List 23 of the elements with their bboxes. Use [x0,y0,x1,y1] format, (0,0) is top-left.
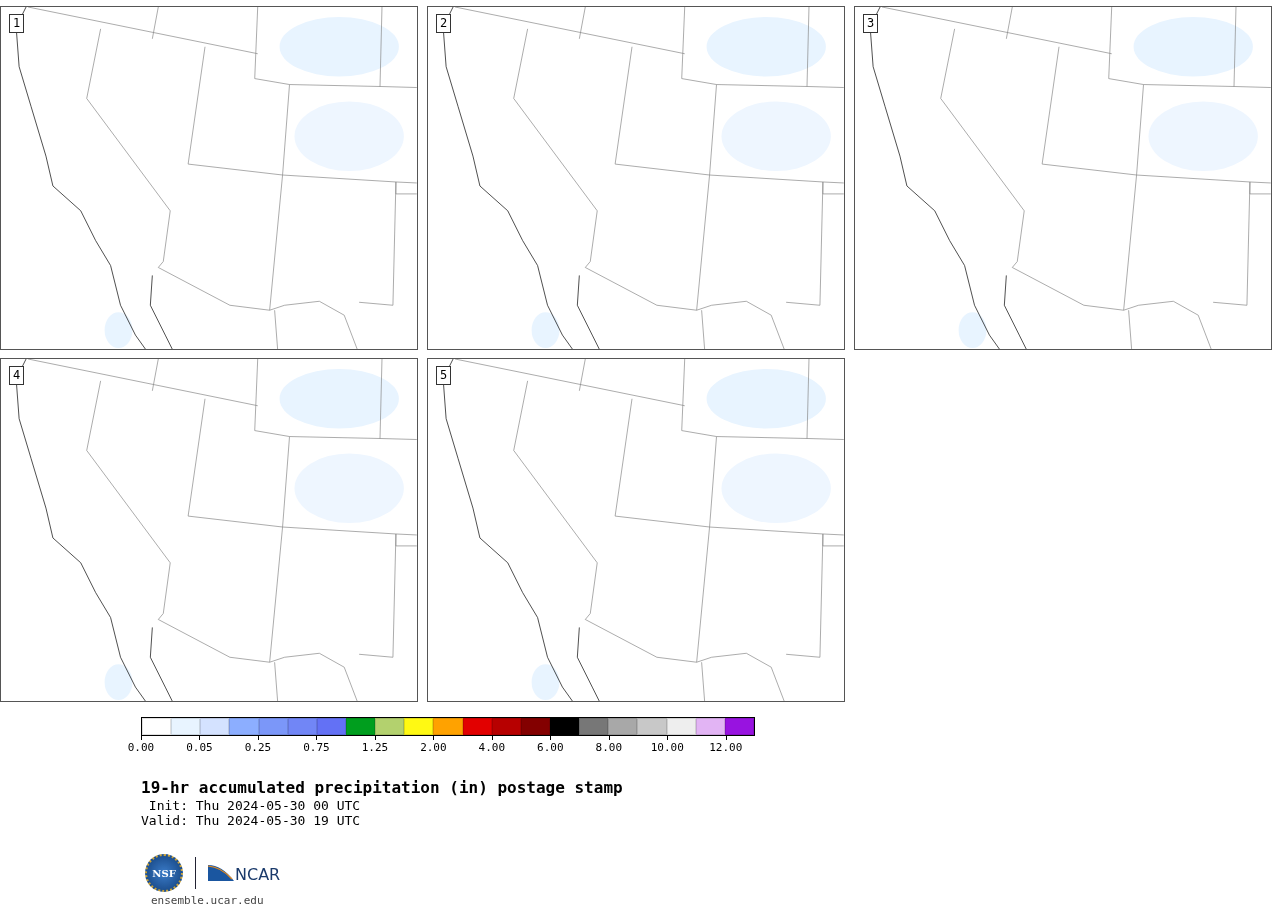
panel-number: 5 [436,366,452,385]
tick-label: 2.00 [420,741,447,754]
tick-label: 0.25 [244,741,272,754]
tick-label: 12.00 [709,741,743,754]
tick-label: 8.00 [595,741,623,754]
tick-label: 10.00 [650,741,684,754]
panel-number: 2 [436,14,452,33]
website-url: ensemble.ucar.edu [151,894,265,907]
ncar-logo: NCAR [235,867,281,883]
tick-label: 6.00 [537,741,564,754]
panel-number: 1 [9,14,25,33]
tick-label: 0.00 [127,741,155,754]
tick-label: 0.05 [186,741,213,754]
nsf-logo: NSF [145,854,183,892]
tick-label: 4.00 [478,741,506,754]
swoosh-icon [208,863,234,883]
valid-time: Valid: Thu 2024-05-30 19 UTC [141,813,362,828]
init-time: Init: Thu 2024-05-30 00 UTC [147,798,362,813]
tick-label: 0.75 [303,741,330,754]
panel-number: 3 [863,14,879,33]
tick-label: 1.25 [361,741,389,754]
panel-number: 4 [9,366,25,385]
figure-title: 19-hr accumulated precipitation (in) postage stamp [141,778,624,798]
